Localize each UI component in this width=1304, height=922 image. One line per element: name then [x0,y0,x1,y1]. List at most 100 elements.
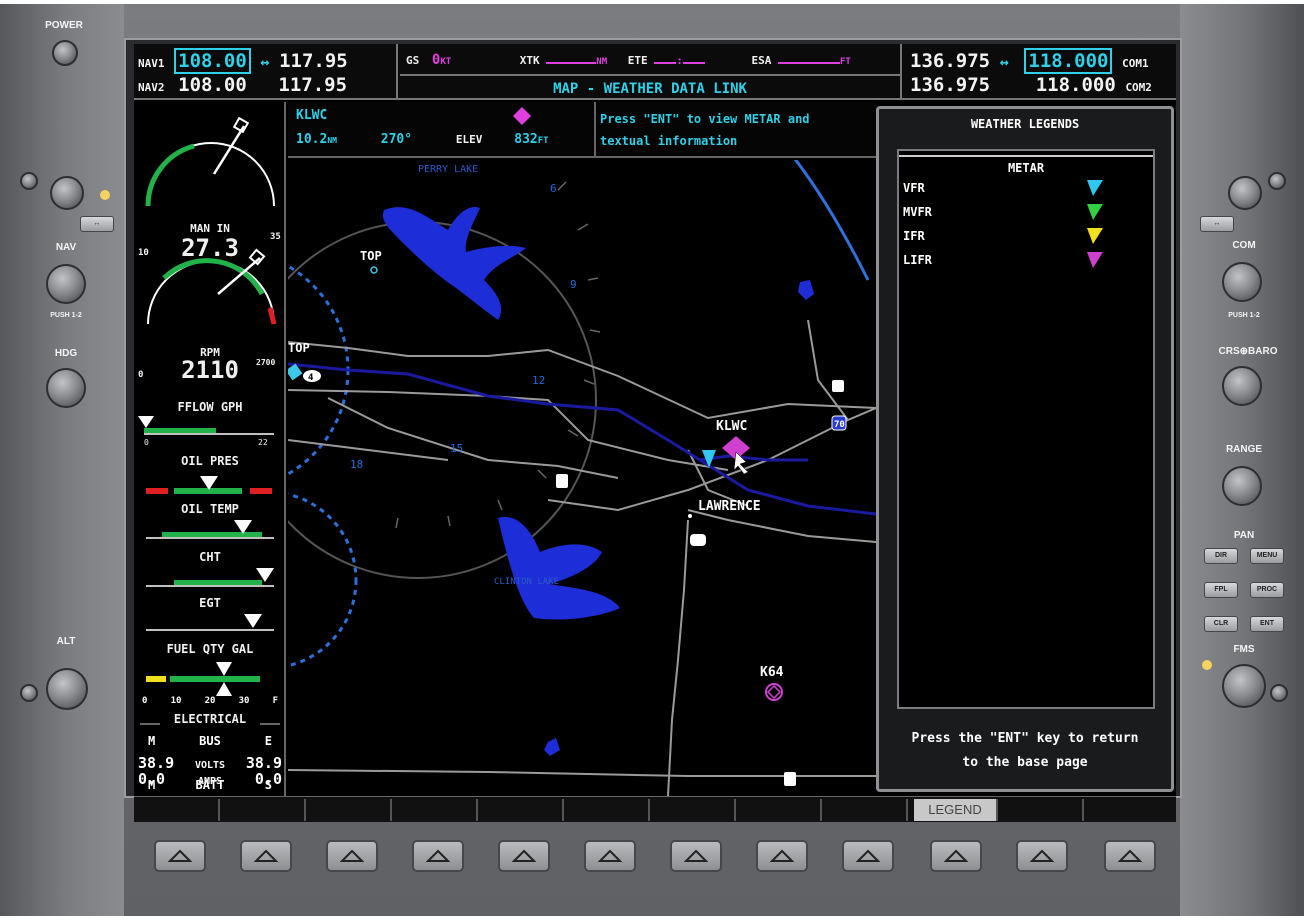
oil-pres-label: OIL PRES [181,454,239,468]
ifr-flag-icon [1087,228,1103,244]
menu-button[interactable]: MENU [1250,548,1284,564]
up-arrow-icon [1030,849,1054,862]
com-knob[interactable] [1222,262,1262,302]
com1-label: COM1 [1122,57,1149,70]
com1-swap-arrow: ↔ [999,53,1009,71]
ring-label-9: 9 [570,278,577,291]
road-shield-icon-2 [556,474,568,488]
waypoint-info-box: KLWC 10.2NM 270° ELEV 832FT [288,102,596,158]
softkey-button-6[interactable] [584,840,636,872]
softkey-button-3[interactable] [326,840,378,872]
com-swap-button[interactable]: ↔ [1200,216,1234,232]
com1-active-freq[interactable]: 118.000 [1024,48,1113,74]
up-arrow-icon [684,849,708,862]
nav1-standby-freq: 117.95 [279,50,348,72]
weather-map[interactable]: 6 9 12 15 18 PERRY LAKE CLINTON LAKE TOP… [288,160,876,796]
fms-indicator-led [1202,660,1212,670]
softkey-legend-label[interactable]: LEGEND [914,799,998,821]
nav-push-label: PUSH 1-2 [50,312,82,319]
clr-button[interactable]: CLR [1204,616,1238,632]
waypoint-distance: 10.2 [296,132,328,147]
waypoint-data-row: 10.2NM 270° ELEV 832FT [296,132,549,147]
bus-row: M BUS E [148,734,272,748]
vfr-flag-icon [1087,180,1103,196]
up-arrow-icon [426,849,450,862]
up-arrow-icon [944,849,968,862]
alt-knob[interactable] [46,668,88,710]
amps-row: 0.0 AMPS 0.0 [138,770,282,788]
ring-label-15: 15 [450,442,463,455]
pan-label: PAN [1233,530,1255,541]
page-title: MAP - WEATHER DATA LINK [553,81,747,97]
clinton-lake-label: CLINTON LAKE [494,577,559,587]
softkey-button-9[interactable] [842,840,894,872]
left-control-panel [0,4,124,916]
up-arrow-icon [340,849,364,862]
nav-frequency-box: NAV1 108.00 ↔ 117.95 NAV2 108.00 117.95 [134,44,398,100]
com2-active-freq: 118.000 [1035,74,1116,96]
softkey-button-2[interactable] [240,840,292,872]
softkey-button-5[interactable] [498,840,550,872]
nav-knob-label: NAV [55,242,77,253]
ent-button[interactable]: ENT [1250,616,1284,632]
crs-baro-label: CRS⊕BARO [1218,346,1278,357]
airport-symbol-icon [513,107,531,125]
com2-standby-freq: 136.975 [910,74,991,96]
amps-main: 0.0 [138,770,166,788]
fms-knob[interactable] [1222,664,1266,708]
hdg-knob[interactable] [46,368,86,408]
softkey-button-11[interactable] [1016,840,1068,872]
up-arrow-icon [770,849,794,862]
egt-label: EGT [199,596,221,610]
nav1-active-freq[interactable]: 108.00 [174,48,251,74]
legend-item-mvfr: MVFR [903,205,932,219]
waypoint-elevation: 832 [514,132,538,147]
alt-small-knob[interactable] [20,684,38,702]
range-joystick[interactable] [1222,466,1262,506]
power-button[interactable] [52,40,78,66]
softkey-slot-2 [222,799,306,821]
lawrence-label: LAWRENCE [698,499,761,514]
proc-button[interactable]: PROC [1250,582,1284,598]
lawrence-city-icon [688,514,692,518]
ete-value: : [676,54,683,67]
rpm-max: 2700 [256,358,276,367]
fflow-min: 0 [144,438,149,447]
com-volume-knob[interactable] [1268,172,1286,190]
esa-label: ESA [751,54,772,67]
crs-baro-knob[interactable] [1222,366,1262,406]
nav-knob[interactable] [46,264,86,304]
legend-list-box: METAR VFR MVFR IFR LIFR [897,149,1155,709]
waypoint-bearing: 270° [380,132,413,147]
waypoint-ident: KLWC [296,108,328,123]
com-vol-knob-large[interactable] [1228,176,1262,210]
k64-label: K64 [760,665,784,680]
top-label-1: TOP [360,249,382,263]
waypoint-info-strip: KLWC 10.2NM 270° ELEV 832FT Press "ENT" … [288,102,876,158]
nav-data-box: GS 0KT XTK NM ETE : ESA FT MAP - WEATHER… [400,44,902,100]
hdg-knob-label: HDG [54,348,78,359]
xtk-unit: NM [596,57,608,67]
nav2-label: NAV2 [138,81,165,94]
nav-vol-knob-large[interactable] [50,176,84,210]
gs-unit: KT [440,57,452,67]
dir-button[interactable]: DIR [1204,548,1238,564]
fpl-button[interactable]: FPL [1204,582,1238,598]
softkey-button-4[interactable] [412,840,464,872]
nav1-label: NAV1 [138,57,165,70]
fms-small-knob[interactable] [1270,684,1288,702]
up-arrow-icon [856,849,880,862]
softkey-slot-9 [824,799,908,821]
nav-volume-knob[interactable] [20,172,38,190]
ring-label-6: 6 [550,182,557,195]
softkey-slot-8 [738,799,822,821]
softkey-button-12[interactable] [1104,840,1156,872]
softkey-button-7[interactable] [670,840,722,872]
nav-swap-button[interactable]: ↔ [80,216,114,232]
up-arrow-icon [598,849,622,862]
softkey-button-legend[interactable] [930,840,982,872]
softkey-button-1[interactable] [154,840,206,872]
fuel-scale: 0 10 20 30 F [142,696,278,706]
softkey-button-8[interactable] [756,840,808,872]
weather-legends-window: WEATHER LEGENDS METAR VFR MVFR IFR LIFR … [876,106,1174,792]
